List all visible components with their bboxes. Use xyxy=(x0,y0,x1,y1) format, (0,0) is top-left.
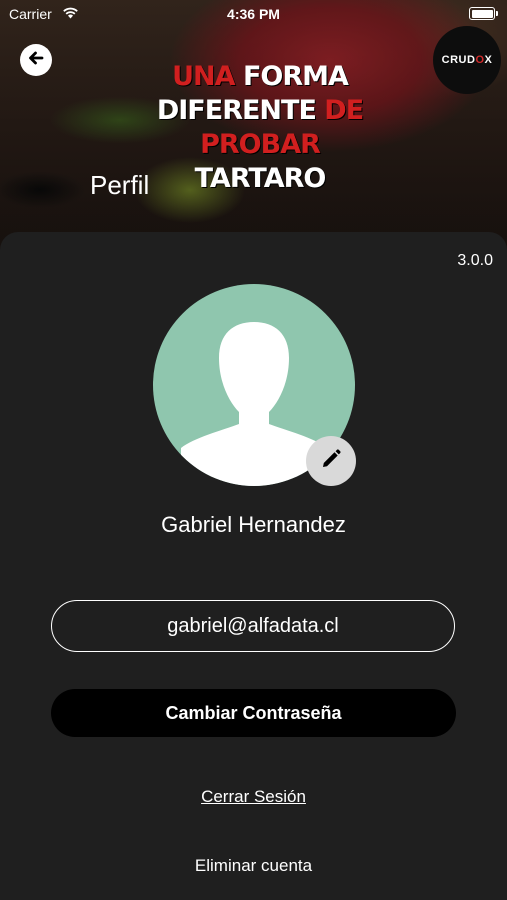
back-button[interactable] xyxy=(20,44,52,76)
delete-account-button[interactable]: Eliminar cuenta xyxy=(0,856,507,876)
arrow-left-icon xyxy=(26,48,46,73)
slogan-word: FORMA xyxy=(242,61,349,92)
logo-text: X xyxy=(484,54,493,66)
slogan: UNA FORMA DIFERENTE DE PROBAR TARTARO xyxy=(140,60,380,196)
email-field[interactable]: gabriel@alfadata.cl xyxy=(51,600,455,652)
avatar-container xyxy=(153,284,356,486)
slogan-word: UNA xyxy=(172,61,235,92)
logo-text: O xyxy=(475,54,485,66)
edit-avatar-button[interactable] xyxy=(306,436,356,486)
battery-icon xyxy=(469,7,498,20)
slogan-word: PROBAR xyxy=(200,129,321,160)
page-title: Perfil xyxy=(90,170,150,200)
profile-panel: 3.0.0 Gabriel Hernandez gabriel@alfadata… xyxy=(0,232,507,900)
clock: 4:36 PM xyxy=(227,6,280,22)
status-bar: Carrier 4:36 PM xyxy=(0,0,507,28)
user-name: Gabriel Hernandez xyxy=(161,512,346,537)
logo-text: CRUD xyxy=(441,54,476,66)
slogan-word: TARTARO xyxy=(194,163,327,194)
brand-logo: CRUD O X xyxy=(433,26,501,94)
app-version: 3.0.0 xyxy=(457,252,493,269)
change-password-button[interactable]: Cambiar Contraseña xyxy=(51,689,456,737)
pencil-icon xyxy=(320,448,342,475)
slogan-word: DIFERENTE xyxy=(156,95,317,126)
logout-link[interactable]: Cerrar Sesión xyxy=(0,787,507,807)
slogan-word: DE xyxy=(324,95,364,126)
